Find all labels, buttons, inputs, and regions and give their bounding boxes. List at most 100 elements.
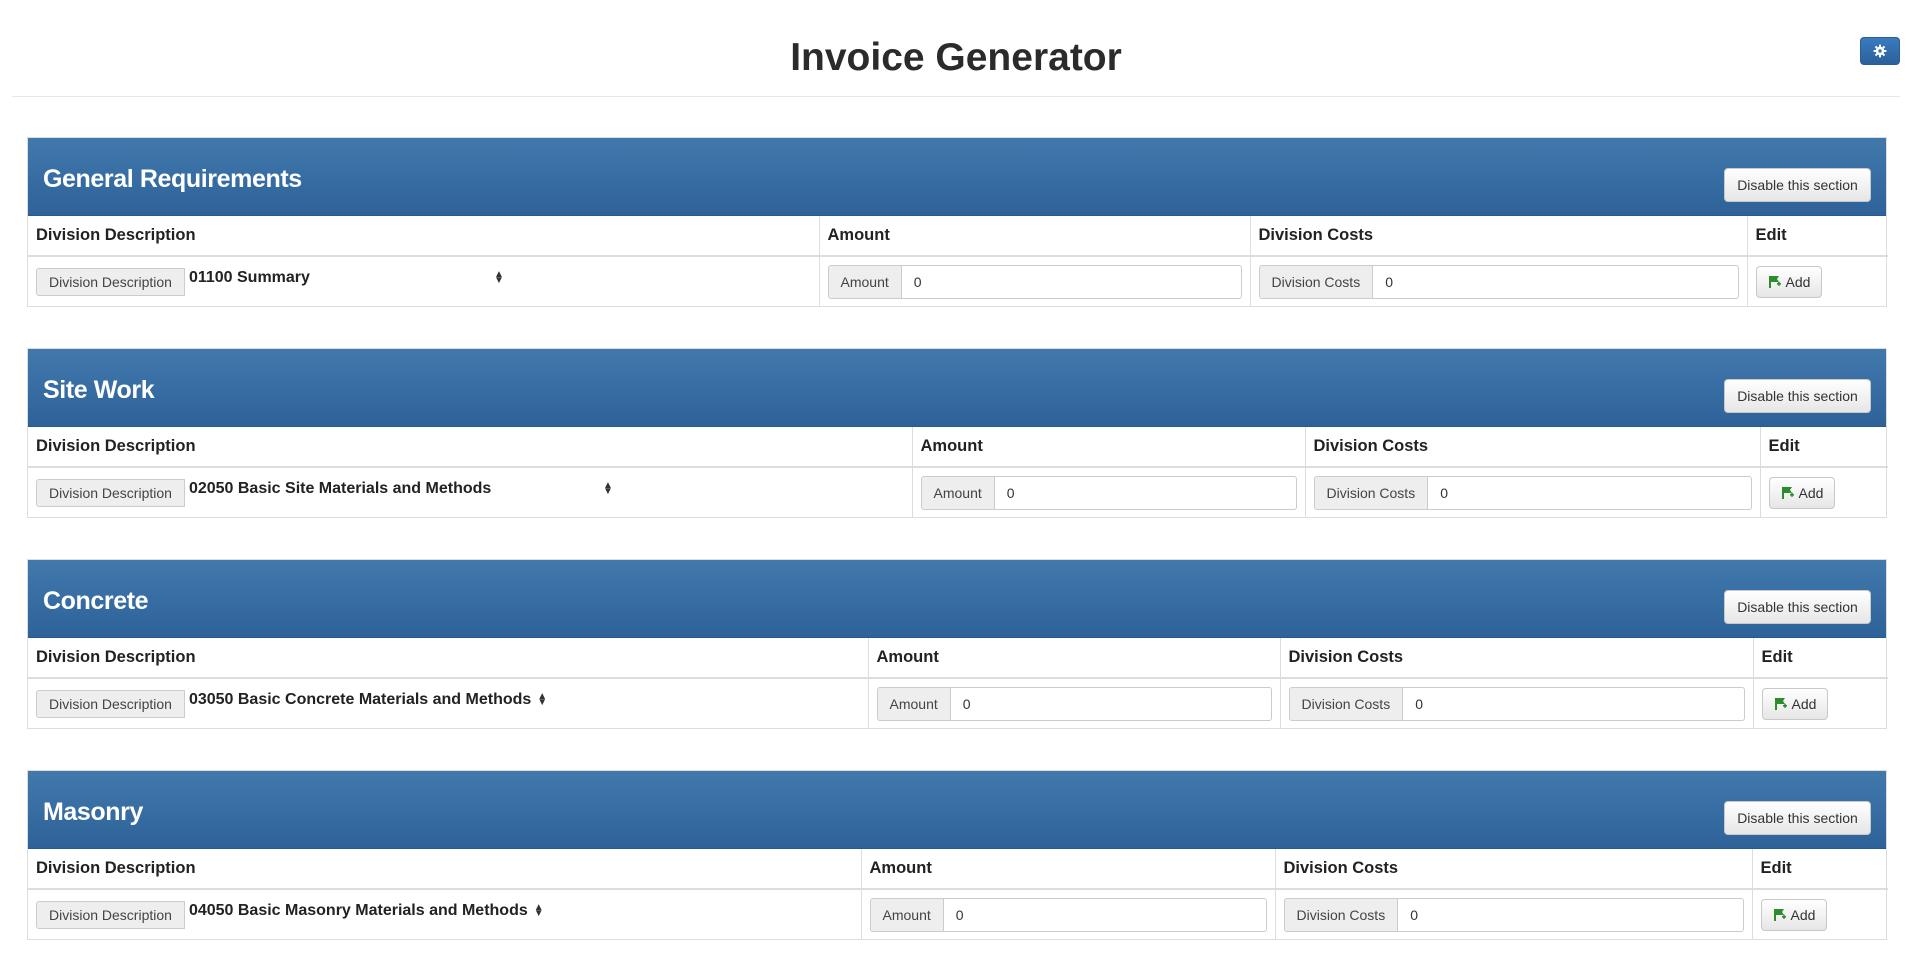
column-header-edit: Edit	[1752, 638, 1888, 679]
division-select-value: 04050 Basic Masonry Materials and Method…	[188, 901, 528, 919]
column-header-costs: Division Costs	[1304, 427, 1760, 468]
division-table: Division Description Amount Division Cos…	[28, 849, 1888, 939]
description-addon: Division Description	[36, 689, 185, 718]
amount-input[interactable]	[901, 264, 1242, 299]
division-select-value: 01100 Summary	[188, 268, 310, 286]
column-header-edit: Edit	[1759, 427, 1888, 468]
division-select-value: 02050 Basic Site Materials and Methods	[188, 479, 492, 497]
page-header: Invoice Generator	[12, 0, 1900, 97]
table-row: Division Description 01100 Summary ▲ ▼ Am…	[28, 256, 1888, 306]
section-title: Concrete	[43, 587, 149, 615]
costs-cell: Division Costs	[1249, 256, 1747, 306]
costs-input[interactable]	[1403, 686, 1745, 721]
flag-plus-icon	[1781, 486, 1794, 499]
section-title: Masonry	[43, 798, 144, 826]
division-select[interactable]: 04050 Basic Masonry Materials and Method…	[189, 902, 544, 920]
costs-addon: Division Costs	[1283, 897, 1399, 932]
flag-plus-icon	[1768, 275, 1781, 288]
add-button[interactable]: Add	[1760, 898, 1828, 931]
column-header-amount: Amount	[818, 216, 1250, 257]
division-select-value: 03050 Basic Concrete Materials and Metho…	[188, 690, 532, 708]
column-header-amount: Amount	[867, 638, 1280, 679]
add-button-label: Add	[1785, 273, 1811, 290]
costs-addon: Division Costs	[1313, 475, 1429, 510]
table-row: Division Description 04050 Basic Masonry…	[28, 889, 1888, 939]
edit-cell: Add	[1751, 889, 1888, 939]
page: Invoice Generator General Requirements D…	[0, 0, 1912, 976]
division-select[interactable]: 03050 Basic Concrete Materials and Metho…	[189, 691, 547, 709]
description-addon: Division Description	[36, 267, 185, 296]
amount-addon: Amount	[876, 686, 951, 721]
costs-cell: Division Costs	[1304, 467, 1760, 517]
table-header-row: Division Description Amount Division Cos…	[28, 638, 1888, 679]
select-arrows-icon: ▲ ▼	[603, 479, 613, 497]
section-masonry: Masonry Disable this section Division De…	[27, 770, 1888, 940]
costs-input[interactable]	[1373, 264, 1739, 299]
add-button[interactable]: Add	[1768, 476, 1836, 509]
description-addon: Division Description	[36, 478, 185, 507]
select-arrows-icon: ▲ ▼	[494, 268, 504, 286]
division-select[interactable]: 02050 Basic Site Materials and Methods ▲…	[189, 480, 613, 498]
costs-input[interactable]	[1428, 475, 1752, 510]
flag-plus-icon	[1773, 908, 1786, 921]
amount-cell: Amount	[818, 256, 1250, 306]
edit-cell: Add	[1752, 678, 1888, 728]
section-title: Site Work	[43, 376, 155, 404]
amount-input[interactable]	[943, 897, 1267, 932]
description-cell: Division Description 03050 Basic Concret…	[28, 678, 868, 728]
table-header-row: Division Description Amount Division Cos…	[28, 849, 1888, 890]
section-concrete: Concrete Disable this section Division D…	[27, 559, 1888, 729]
division-table: Division Description Amount Division Cos…	[28, 427, 1888, 517]
costs-addon: Division Costs	[1288, 686, 1404, 721]
disable-section-button[interactable]: Disable this section	[1724, 168, 1871, 202]
division-table: Division Description Amount Division Cos…	[28, 638, 1888, 728]
section-header: General Requirements Disable this sectio…	[28, 138, 1886, 216]
column-header-costs: Division Costs	[1249, 216, 1747, 257]
edit-cell: Add	[1746, 256, 1888, 306]
gear-icon	[1873, 44, 1887, 58]
column-header-edit: Edit	[1746, 216, 1888, 257]
table-row: Division Description 02050 Basic Site Ma…	[28, 467, 1888, 517]
costs-cell: Division Costs	[1274, 889, 1752, 939]
section-title: General Requirements	[43, 165, 302, 193]
edit-cell: Add	[1759, 467, 1888, 517]
division-select[interactable]: 01100 Summary ▲ ▼	[189, 269, 504, 287]
amount-input[interactable]	[994, 475, 1297, 510]
column-header-costs: Division Costs	[1279, 638, 1753, 679]
amount-input[interactable]	[950, 686, 1272, 721]
page-title: Invoice Generator	[790, 36, 1122, 79]
select-arrows-icon: ▲ ▼	[533, 901, 544, 919]
column-header-description: Division Description	[28, 849, 861, 890]
description-cell: Division Description 04050 Basic Masonry…	[28, 889, 861, 939]
division-table: Division Description Amount Division Cos…	[28, 216, 1888, 306]
select-arrows-icon: ▲ ▼	[537, 690, 548, 708]
settings-button[interactable]	[1860, 37, 1900, 65]
table-row: Division Description 03050 Basic Concret…	[28, 678, 1888, 728]
column-header-costs: Division Costs	[1274, 849, 1752, 890]
disable-section-button[interactable]: Disable this section	[1724, 379, 1871, 413]
column-header-description: Division Description	[28, 427, 912, 468]
column-header-amount: Amount	[860, 849, 1275, 890]
section-header: Site Work Disable this section	[28, 349, 1886, 427]
description-addon: Division Description	[36, 900, 185, 929]
costs-input[interactable]	[1398, 897, 1744, 932]
description-cell: Division Description 02050 Basic Site Ma…	[28, 467, 912, 517]
column-header-description: Division Description	[28, 216, 819, 257]
disable-section-button[interactable]: Disable this section	[1724, 801, 1871, 835]
disable-section-button[interactable]: Disable this section	[1724, 590, 1871, 624]
add-button-label: Add	[1798, 484, 1824, 501]
section-header: Concrete Disable this section	[28, 560, 1886, 638]
amount-addon: Amount	[869, 897, 944, 932]
column-header-amount: Amount	[911, 427, 1305, 468]
add-button[interactable]: Add	[1755, 265, 1823, 298]
flag-plus-icon	[1774, 697, 1787, 710]
add-button-label: Add	[1791, 695, 1817, 712]
amount-cell: Amount	[860, 889, 1275, 939]
section-general-requirements: General Requirements Disable this sectio…	[27, 137, 1888, 307]
description-cell: Division Description 01100 Summary ▲ ▼	[28, 256, 819, 306]
add-button[interactable]: Add	[1761, 687, 1829, 720]
table-header-row: Division Description Amount Division Cos…	[28, 427, 1888, 468]
amount-addon: Amount	[920, 475, 995, 510]
section-site-work: Site Work Disable this section Division …	[27, 348, 1888, 518]
costs-addon: Division Costs	[1258, 264, 1374, 299]
